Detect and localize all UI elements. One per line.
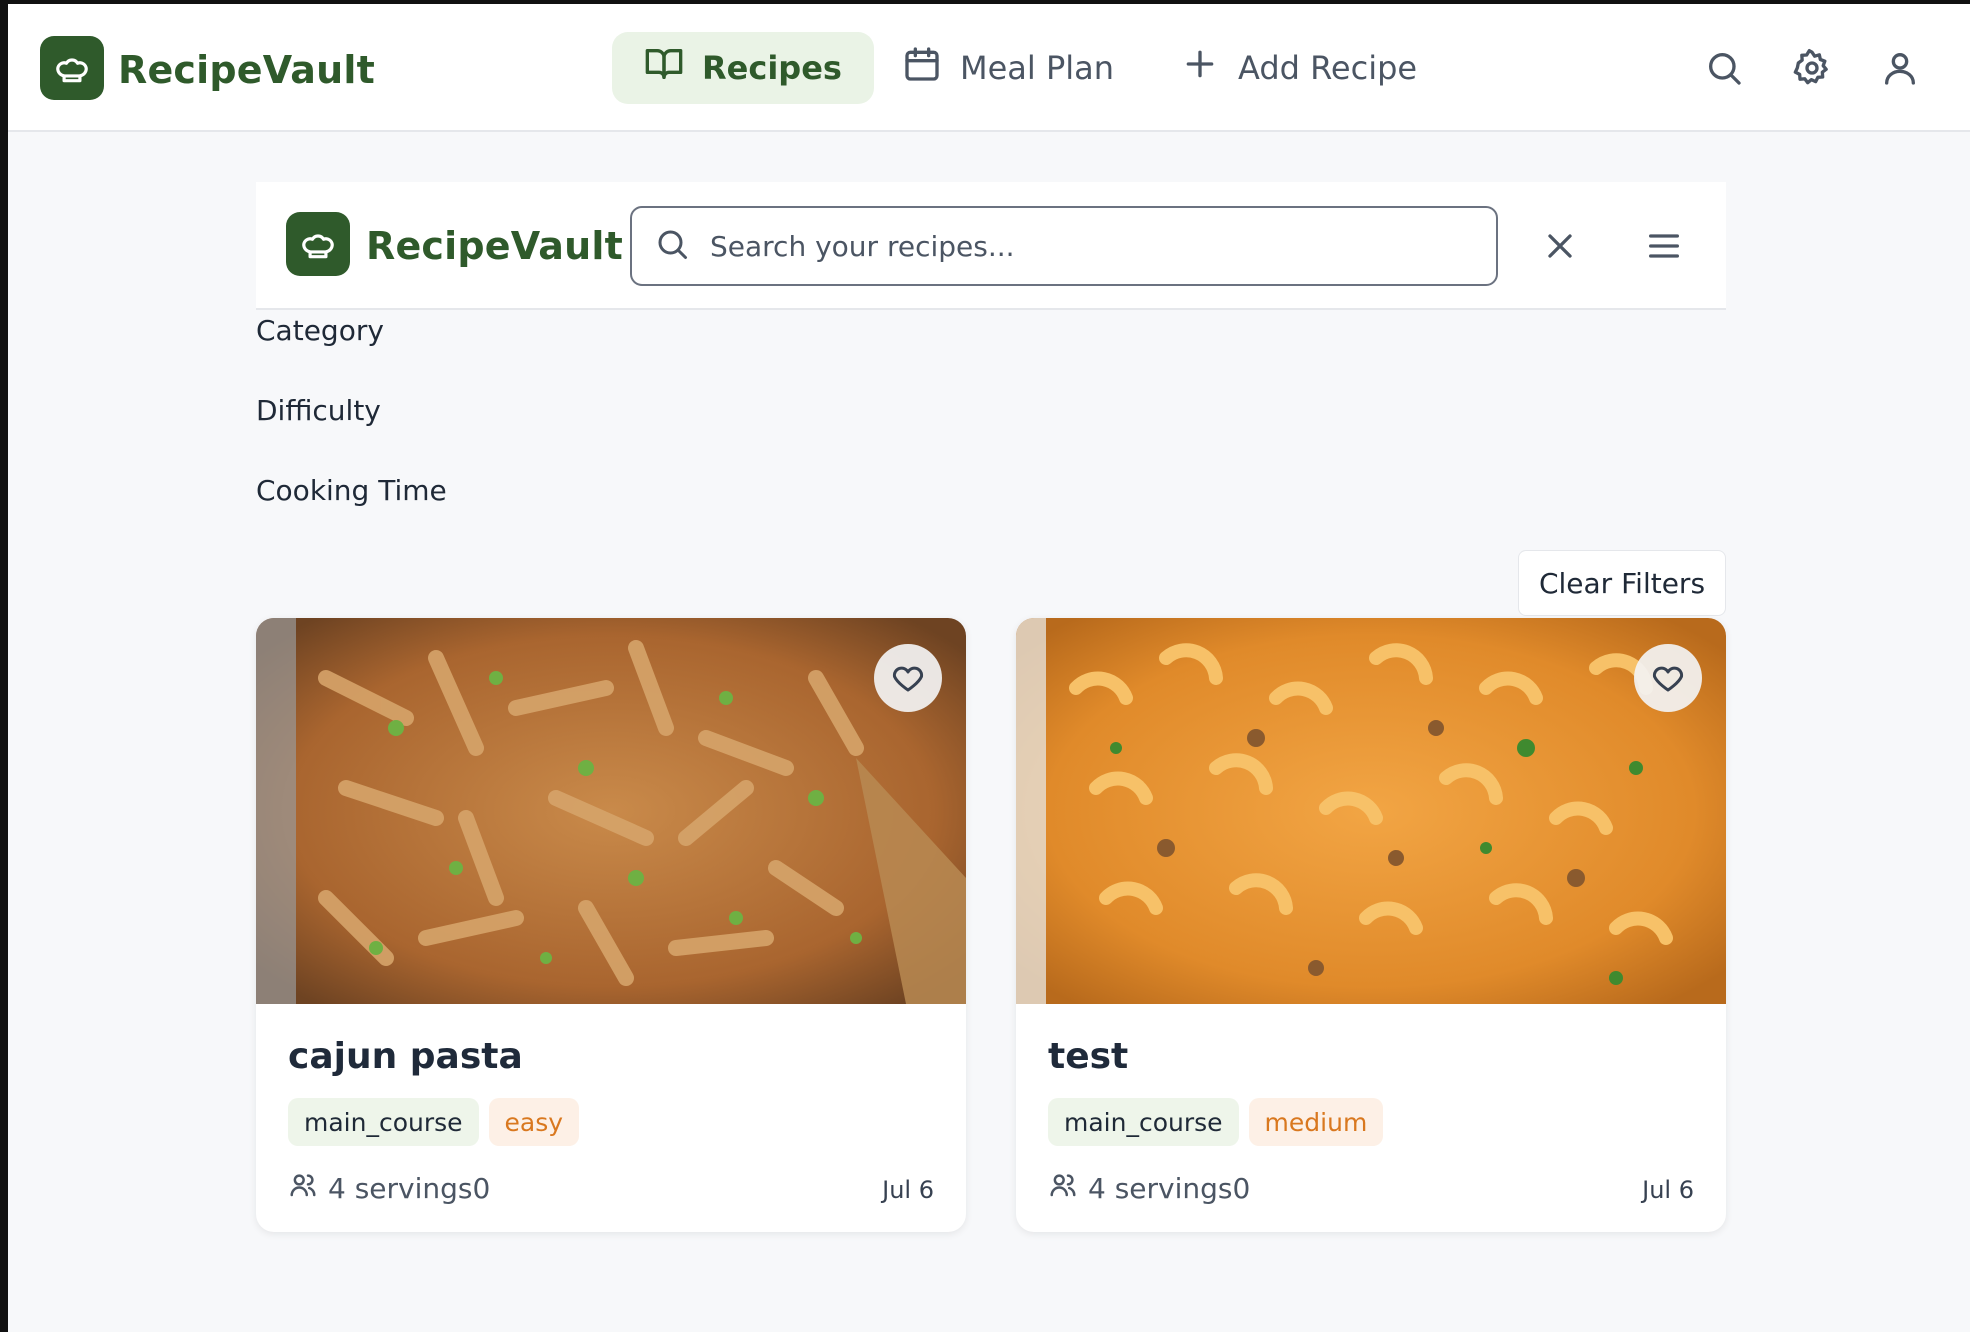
favorite-button[interactable] <box>874 644 942 712</box>
recipe-card[interactable]: test main_course medium 4 servings0 Jul … <box>1016 618 1726 1232</box>
nav-recipes[interactable]: Recipes <box>612 32 874 104</box>
recipe-date: Jul 6 <box>882 1176 934 1204</box>
servings-info: 4 servings0 <box>288 1170 490 1207</box>
calendar-icon <box>902 44 942 92</box>
nav-add-recipe-label: Add Recipe <box>1238 49 1418 87</box>
heart-icon <box>890 660 926 696</box>
nav-add-recipe[interactable]: Add Recipe <box>1148 32 1449 104</box>
search-icon[interactable] <box>1704 48 1744 88</box>
difficulty-tag: medium <box>1248 1098 1384 1146</box>
servings-label: 4 servings0 <box>1088 1172 1251 1205</box>
search-icon <box>654 226 690 266</box>
difficulty-tag: easy <box>488 1098 580 1146</box>
search-field[interactable] <box>630 206 1498 286</box>
book-open-icon <box>644 44 684 92</box>
recipe-tags: main_course easy <box>288 1098 580 1146</box>
users-icon <box>1048 1170 1078 1207</box>
plus-icon <box>1180 44 1220 92</box>
macaroni-photo <box>1016 618 1726 1004</box>
recipe-tags: main_course medium <box>1048 1098 1384 1146</box>
nav-recipes-label: Recipes <box>702 49 842 87</box>
category-tag: main_course <box>1048 1098 1239 1146</box>
penne-pasta-photo <box>256 618 966 1004</box>
filter-cooking-time[interactable]: Cooking Time <box>256 474 447 507</box>
recipe-title: cajun pasta <box>288 1036 523 1077</box>
heart-icon <box>1650 660 1686 696</box>
nav-meal-plan[interactable]: Meal Plan <box>870 32 1146 104</box>
recipes-header: RecipeVault <box>256 182 1726 310</box>
recipe-card[interactable]: cajun pasta main_course easy 4 servings0… <box>256 618 966 1232</box>
clear-filters-button[interactable]: Clear Filters <box>1518 550 1726 616</box>
chef-hat-icon[interactable] <box>286 212 350 276</box>
menu-icon[interactable] <box>1644 226 1684 266</box>
gear-icon[interactable] <box>1792 48 1832 88</box>
servings-label: 4 servings0 <box>328 1172 491 1205</box>
users-icon <box>288 1170 318 1207</box>
nav-meal-plan-label: Meal Plan <box>960 49 1115 87</box>
close-icon[interactable] <box>1540 226 1580 266</box>
search-input[interactable] <box>710 229 1470 263</box>
favorite-button[interactable] <box>1634 644 1702 712</box>
filter-difficulty[interactable]: Difficulty <box>256 394 381 427</box>
servings-info: 4 servings0 <box>1048 1170 1250 1207</box>
recipe-date: Jul 6 <box>1642 1176 1694 1204</box>
header-brand[interactable]: RecipeVault <box>366 224 623 268</box>
chef-hat-icon[interactable] <box>40 36 104 100</box>
user-icon[interactable] <box>1880 48 1920 88</box>
recipe-title: test <box>1048 1036 1129 1077</box>
app-window: RecipeVault Recipes Meal Plan Add Recipe… <box>0 0 1970 1332</box>
top-nav-bar: RecipeVault Recipes Meal Plan Add Recipe <box>8 4 1970 132</box>
app-title[interactable]: RecipeVault <box>118 48 375 92</box>
filter-category[interactable]: Category <box>256 314 384 347</box>
category-tag: main_course <box>288 1098 479 1146</box>
